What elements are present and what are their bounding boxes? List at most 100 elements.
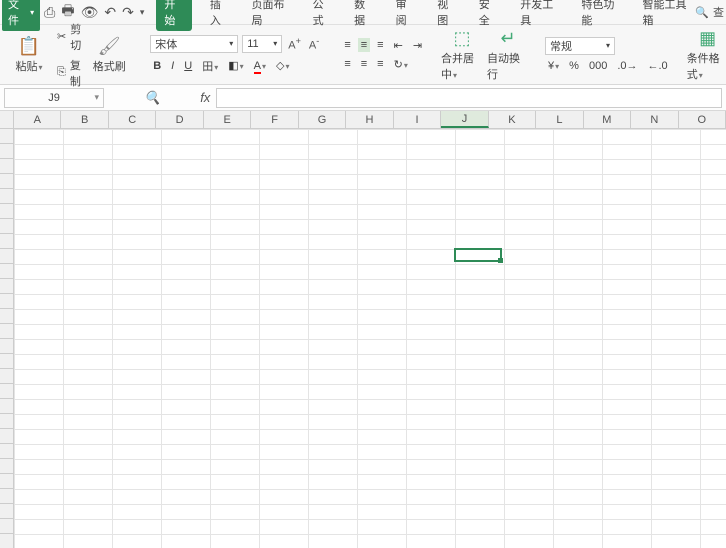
row-header[interactable]: [0, 519, 13, 534]
fx-label[interactable]: fx: [200, 90, 210, 105]
save-icon[interactable]: ⎙: [44, 4, 55, 21]
align-middle-button[interactable]: ≡: [358, 38, 370, 52]
formula-input[interactable]: [216, 88, 722, 108]
font-color-button[interactable]: A: [251, 59, 269, 73]
row-header[interactable]: [0, 189, 13, 204]
row-header[interactable]: [0, 384, 13, 399]
clear-format-button[interactable]: ◇: [273, 58, 292, 73]
decrease-decimal-button[interactable]: ←.0: [645, 59, 671, 73]
qat-more-icon[interactable]: ▾: [140, 7, 145, 18]
row-header[interactable]: [0, 204, 13, 219]
spreadsheet-area: ABCDEFGHIJKLMNO: [0, 111, 726, 548]
row-header[interactable]: [0, 339, 13, 354]
font-size-combo[interactable]: 11▾: [242, 35, 282, 53]
column-header-N[interactable]: N: [631, 111, 678, 128]
column-header-K[interactable]: K: [489, 111, 536, 128]
column-header-O[interactable]: O: [679, 111, 726, 128]
bold-button[interactable]: B: [150, 59, 164, 73]
row-header[interactable]: [0, 219, 13, 234]
name-box[interactable]: J9 ▾: [4, 88, 104, 108]
row-header[interactable]: [0, 399, 13, 414]
row-header[interactable]: [0, 264, 13, 279]
tab-security[interactable]: 安全: [475, 0, 503, 31]
row-header[interactable]: [0, 429, 13, 444]
search-icon[interactable]: 🔍: [695, 6, 709, 19]
row-header[interactable]: [0, 279, 13, 294]
undo-icon[interactable]: ↶: [104, 4, 116, 21]
paste-label: 粘贴: [15, 58, 42, 74]
increase-indent-button[interactable]: ⇥: [410, 38, 425, 53]
paste-button[interactable]: 📋 粘贴: [8, 36, 50, 74]
column-header-J[interactable]: J: [441, 111, 488, 128]
underline-button[interactable]: U: [181, 59, 195, 73]
font-name-combo[interactable]: 宋体▾: [150, 35, 238, 53]
column-header-F[interactable]: F: [251, 111, 298, 128]
cell-grid[interactable]: [14, 129, 726, 548]
border-button[interactable]: 田: [199, 57, 221, 75]
cut-button[interactable]: ✂ 剪切: [54, 20, 84, 54]
row-header[interactable]: [0, 309, 13, 324]
wrap-text-button[interactable]: ↵ 自动换行: [487, 28, 529, 82]
column-header-M[interactable]: M: [584, 111, 631, 128]
number-format-combo[interactable]: 常规▾: [545, 37, 615, 55]
increase-decimal-button[interactable]: .0→: [614, 59, 640, 73]
row-header[interactable]: [0, 144, 13, 159]
tab-view[interactable]: 视图: [433, 0, 461, 31]
row-header[interactable]: [0, 504, 13, 519]
scissors-icon: ✂: [57, 30, 66, 43]
row-header[interactable]: [0, 444, 13, 459]
align-center-button[interactable]: ≡: [358, 57, 370, 71]
orientation-button[interactable]: ↻: [391, 57, 411, 72]
currency-button[interactable]: ¥: [545, 59, 562, 73]
copy-button[interactable]: ⎘ 复制: [54, 56, 84, 90]
comma-button[interactable]: 000: [586, 59, 610, 73]
row-header[interactable]: [0, 249, 13, 264]
row-header[interactable]: [0, 489, 13, 504]
fill-color-button[interactable]: ◧: [225, 58, 246, 73]
redo-icon[interactable]: ↷: [122, 4, 134, 21]
conditional-format-button[interactable]: ▦ 条件格式: [687, 28, 726, 82]
italic-button[interactable]: I: [168, 59, 177, 73]
preview-icon[interactable]: 👁: [81, 4, 99, 21]
copy-icon: ⎘: [57, 66, 66, 79]
align-right-button[interactable]: ≡: [374, 57, 386, 71]
row-header[interactable]: [0, 324, 13, 339]
row-header[interactable]: [0, 534, 13, 548]
percent-button[interactable]: %: [566, 59, 582, 73]
row-header[interactable]: [0, 354, 13, 369]
merge-center-button[interactable]: ⬚ 合并居中: [441, 28, 483, 82]
row-header[interactable]: [0, 459, 13, 474]
wrap-icon: ↵: [500, 28, 515, 49]
select-all-corner[interactable]: [0, 111, 14, 129]
row-header[interactable]: [0, 369, 13, 384]
decrease-font-button[interactable]: A-: [307, 36, 321, 52]
row-header[interactable]: [0, 294, 13, 309]
column-header-H[interactable]: H: [346, 111, 393, 128]
row-header[interactable]: [0, 129, 13, 144]
column-header-C[interactable]: C: [109, 111, 156, 128]
row-header[interactable]: [0, 174, 13, 189]
font-group: 宋体▾ 11▾ A+ A- B I U 田 ◧ A ◇: [146, 27, 325, 82]
chevron-down-icon: ▾: [94, 92, 99, 103]
column-header-G[interactable]: G: [299, 111, 346, 128]
increase-font-button[interactable]: A+: [286, 36, 303, 52]
row-header[interactable]: [0, 234, 13, 249]
paste-icon: 📋: [18, 36, 40, 57]
row-header[interactable]: [0, 474, 13, 489]
column-header-L[interactable]: L: [536, 111, 583, 128]
column-header-D[interactable]: D: [156, 111, 203, 128]
column-header-B[interactable]: B: [61, 111, 108, 128]
fx-icon[interactable]: 🔍: [144, 90, 160, 106]
format-painter-label: 格式刷: [93, 58, 126, 74]
clipboard-group: 📋 粘贴 ✂ 剪切 ⎘ 复制 🖌 格式刷: [4, 27, 134, 82]
decrease-indent-button[interactable]: ⇤: [391, 38, 406, 53]
column-header-I[interactable]: I: [394, 111, 441, 128]
align-left-button[interactable]: ≡: [341, 57, 353, 71]
row-header[interactable]: [0, 414, 13, 429]
format-painter-button[interactable]: 🖌 格式刷: [88, 36, 130, 74]
align-bottom-button[interactable]: ≡: [374, 38, 386, 52]
align-top-button[interactable]: ≡: [341, 38, 353, 52]
column-header-A[interactable]: A: [14, 111, 61, 128]
column-header-E[interactable]: E: [204, 111, 251, 128]
row-header[interactable]: [0, 159, 13, 174]
